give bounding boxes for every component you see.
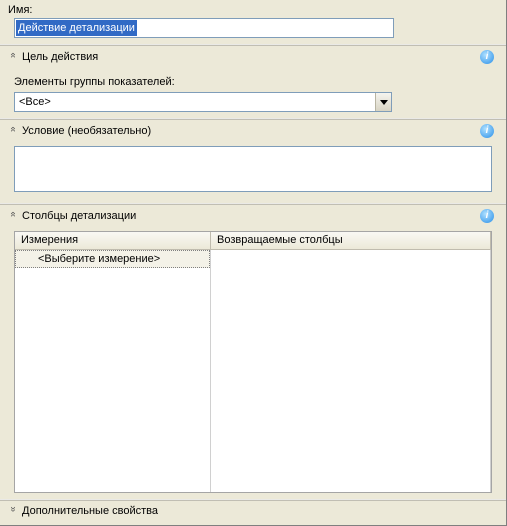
section-header-advanced[interactable]: » Дополнительные свойства [0, 501, 506, 521]
name-input[interactable]: Действие детализации [14, 18, 394, 38]
section-header-target[interactable]: « Цель действия i [0, 46, 506, 68]
chevron-down-icon [380, 100, 388, 105]
section-title-columns: Столбцы детализации [22, 210, 480, 222]
columns-grid[interactable]: Измерения Возвращаемые столбцы <Выберите… [14, 231, 492, 493]
section-header-columns[interactable]: « Столбцы детализации i [0, 205, 506, 227]
section-title-condition: Условие (необязательно) [22, 125, 480, 137]
info-icon[interactable]: i [480, 209, 494, 223]
chevron-up-icon: « [8, 126, 19, 136]
grid-header-return-columns[interactable]: Возвращаемые столбцы [211, 232, 491, 250]
chevron-up-icon: « [8, 211, 19, 221]
chevron-up-icon: « [8, 52, 19, 62]
dropdown-value: <Все> [15, 96, 375, 108]
name-input-value: Действие детализации [16, 20, 137, 36]
info-icon[interactable]: i [480, 50, 494, 64]
new-dimension-row[interactable]: <Выберите измерение> [15, 250, 210, 268]
chevron-down-icon: » [8, 506, 19, 516]
info-icon[interactable]: i [480, 124, 494, 138]
drillthrough-action-panel: Имя: Действие детализации « Цель действи… [0, 0, 507, 526]
dropdown-button[interactable] [375, 93, 391, 111]
name-label: Имя: [0, 0, 506, 18]
condition-textarea[interactable] [14, 146, 492, 192]
measure-group-label: Элементы группы показателей: [0, 72, 506, 90]
grid-body: <Выберите измерение> [15, 250, 491, 492]
grid-header: Измерения Возвращаемые столбцы [15, 232, 491, 250]
measure-group-dropdown[interactable]: <Все> [14, 92, 392, 112]
section-header-condition[interactable]: « Условие (необязательно) i [0, 120, 506, 142]
section-title-target: Цель действия [22, 51, 480, 63]
grid-header-dimensions[interactable]: Измерения [15, 232, 211, 250]
section-title-advanced: Дополнительные свойства [22, 505, 498, 517]
